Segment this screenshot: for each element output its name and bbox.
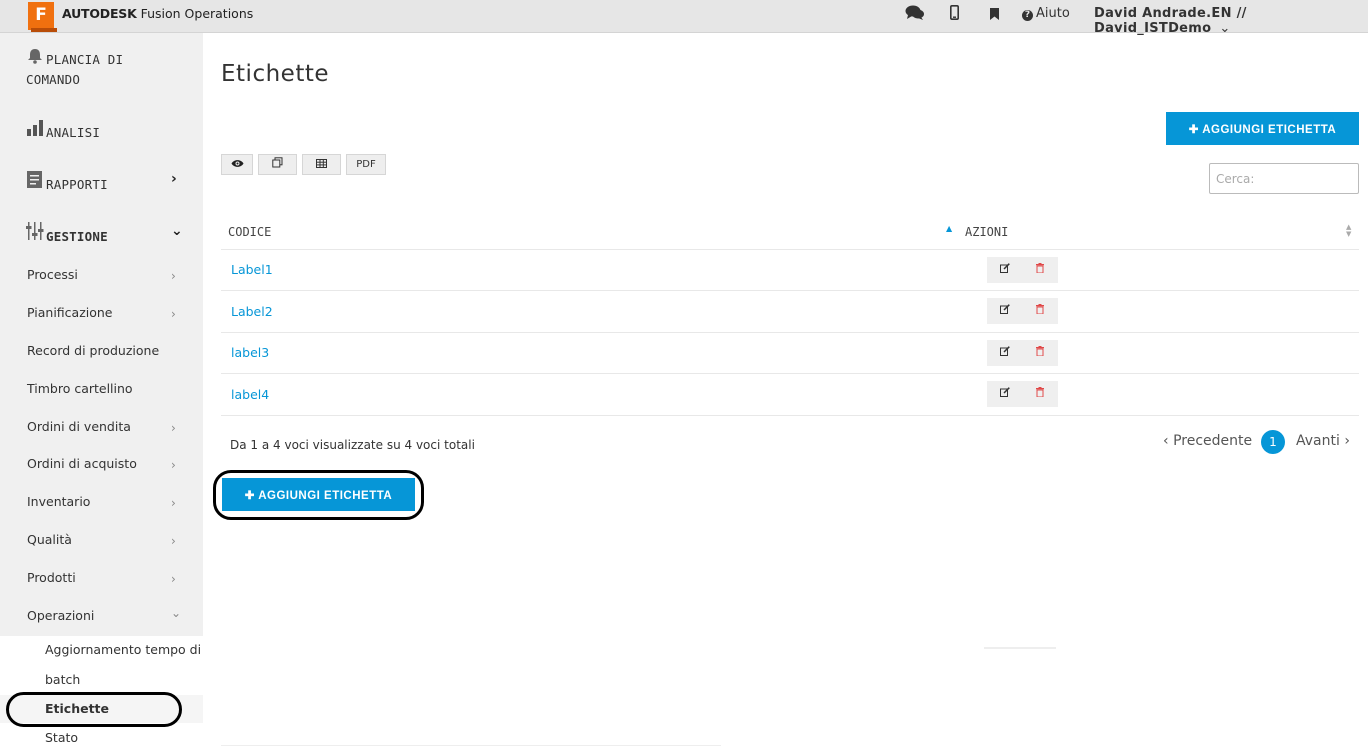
mobile-icon[interactable] bbox=[950, 5, 960, 24]
edit-button[interactable] bbox=[987, 298, 1023, 324]
sort-icon[interactable]: ▲ ▼ bbox=[1346, 224, 1351, 238]
search-input[interactable] bbox=[1209, 163, 1359, 194]
column-header-azioni[interactable]: AZIONI bbox=[965, 225, 1008, 239]
sidebar-item-qualita[interactable]: Qualità bbox=[27, 532, 72, 547]
delete-button[interactable] bbox=[1022, 340, 1058, 366]
trash-icon bbox=[1036, 346, 1044, 359]
column-header-codice[interactable]: CODICE bbox=[228, 225, 271, 239]
sidebar-item-rapporti[interactable]: RAPPORTI bbox=[26, 169, 108, 192]
edit-icon bbox=[1000, 346, 1010, 359]
sidebar-item-pianificazione[interactable]: Pianificazione bbox=[27, 305, 113, 320]
chevron-right-icon: › bbox=[171, 496, 176, 510]
divider bbox=[221, 745, 721, 746]
sort-asc-icon[interactable]: ▲ bbox=[946, 224, 952, 233]
eye-icon bbox=[231, 159, 244, 170]
sidebar-item-operazioni[interactable]: Operazioni bbox=[27, 608, 94, 623]
bar-chart-icon bbox=[26, 117, 46, 140]
sidebar-item-gestione[interactable]: GESTIONE bbox=[26, 221, 108, 244]
question-icon: ? bbox=[1022, 10, 1033, 21]
edit-icon bbox=[1000, 387, 1010, 400]
report-icon bbox=[26, 169, 46, 192]
row-divider bbox=[221, 332, 1359, 333]
row-divider bbox=[221, 373, 1359, 374]
sidebar-item-processi[interactable]: Processi bbox=[27, 267, 78, 282]
view-button[interactable] bbox=[221, 154, 253, 175]
trash-icon bbox=[1036, 263, 1044, 276]
chat-icon[interactable] bbox=[905, 5, 925, 25]
table-info: Da 1 a 4 voci visualizzate su 4 voci tot… bbox=[230, 438, 475, 452]
delete-button[interactable] bbox=[1022, 381, 1058, 407]
trash-icon bbox=[1036, 304, 1044, 317]
label-link[interactable]: label3 bbox=[231, 345, 269, 360]
highlight-add-button bbox=[213, 470, 424, 520]
divider bbox=[984, 647, 1056, 649]
user-menu[interactable]: David Andrade.EN // David_ISTDemo ⌄ bbox=[1094, 6, 1368, 36]
chevron-down-icon: ⌄ bbox=[1219, 21, 1231, 36]
pager-next[interactable]: Avanti › bbox=[1296, 433, 1350, 449]
sidebar-item-timbro-cartellino[interactable]: Timbro cartellino bbox=[27, 381, 133, 396]
chevron-right-icon: › bbox=[171, 269, 176, 283]
chevron-left-icon: ‹ bbox=[1163, 433, 1174, 449]
pdf-button[interactable]: PDF bbox=[346, 154, 386, 175]
chevron-right-icon[interactable]: › bbox=[171, 171, 177, 187]
row-divider bbox=[221, 290, 1359, 291]
chevron-right-icon: › bbox=[1339, 433, 1350, 449]
row-divider bbox=[221, 415, 1359, 416]
csv-button[interactable] bbox=[302, 154, 341, 175]
sidebar: PLANCIA DI COMANDO ANALISI RAPPORTI › GES… bbox=[0, 33, 203, 756]
delete-button[interactable] bbox=[1022, 257, 1058, 283]
pager-previous[interactable]: ‹ Precedente bbox=[1163, 433, 1252, 449]
sidebar-item-analisi[interactable]: ANALISI bbox=[26, 117, 100, 140]
edit-button[interactable] bbox=[987, 340, 1023, 366]
chevron-right-icon: › bbox=[171, 307, 176, 321]
sidebar-item-aggiornamento-tempo[interactable]: Aggiornamento tempo di bbox=[45, 642, 201, 657]
sidebar-item-inventario[interactable]: Inventario bbox=[27, 494, 90, 509]
page-title: Etichette bbox=[221, 61, 329, 87]
chevron-down-icon[interactable]: ⌄ bbox=[171, 223, 183, 239]
chevron-right-icon: › bbox=[171, 458, 176, 472]
bookmark-icon[interactable] bbox=[990, 6, 999, 24]
sliders-icon bbox=[26, 221, 46, 244]
chevron-down-icon: ⌄ bbox=[171, 606, 182, 620]
chevron-right-icon: › bbox=[171, 572, 176, 586]
sidebar-item-dashboard[interactable]: PLANCIA DI COMANDO bbox=[26, 48, 123, 90]
edit-button[interactable] bbox=[987, 257, 1023, 283]
label-link[interactable]: label4 bbox=[231, 387, 269, 402]
sidebar-item-ordini-vendita[interactable]: Ordini di vendita bbox=[27, 419, 131, 434]
sidebar-item-stato[interactable]: Stato bbox=[45, 730, 78, 745]
label-link[interactable]: Label2 bbox=[231, 304, 273, 319]
edit-icon bbox=[1000, 304, 1010, 317]
brand-name: AUTODESK Fusion Operations bbox=[62, 6, 254, 21]
copy-button[interactable] bbox=[258, 154, 297, 175]
sidebar-item-prodotti[interactable]: Prodotti bbox=[27, 570, 76, 585]
trash-icon bbox=[1036, 387, 1044, 400]
top-bar: F AUTODESK Fusion Operations ? Aiuto Davi… bbox=[0, 0, 1368, 36]
copy-icon bbox=[272, 157, 283, 170]
header-divider bbox=[221, 249, 1359, 250]
label-link[interactable]: Label1 bbox=[231, 262, 273, 277]
sidebar-item-batch[interactable]: batch bbox=[45, 672, 80, 687]
plus-icon: ✚ bbox=[1188, 123, 1203, 136]
help-link[interactable]: ? Aiuto bbox=[1022, 6, 1070, 21]
add-label-button-top[interactable]: ✚ AGGIUNGI ETICHETTA bbox=[1166, 112, 1359, 145]
pager-page-1[interactable]: 1 bbox=[1261, 430, 1285, 454]
chevron-right-icon: › bbox=[171, 534, 176, 548]
highlight-etichette-sidebar bbox=[6, 692, 182, 727]
table-icon bbox=[316, 159, 327, 170]
delete-button[interactable] bbox=[1022, 298, 1058, 324]
fusion-logo-icon[interactable]: F bbox=[28, 2, 57, 32]
edit-icon bbox=[1000, 263, 1010, 276]
chevron-right-icon: › bbox=[171, 421, 176, 435]
sidebar-item-record-produzione[interactable]: Record di produzione bbox=[27, 343, 159, 358]
edit-button[interactable] bbox=[987, 381, 1023, 407]
sidebar-item-ordini-acquisto[interactable]: Ordini di acquisto bbox=[27, 456, 137, 471]
bell-icon bbox=[26, 48, 46, 70]
